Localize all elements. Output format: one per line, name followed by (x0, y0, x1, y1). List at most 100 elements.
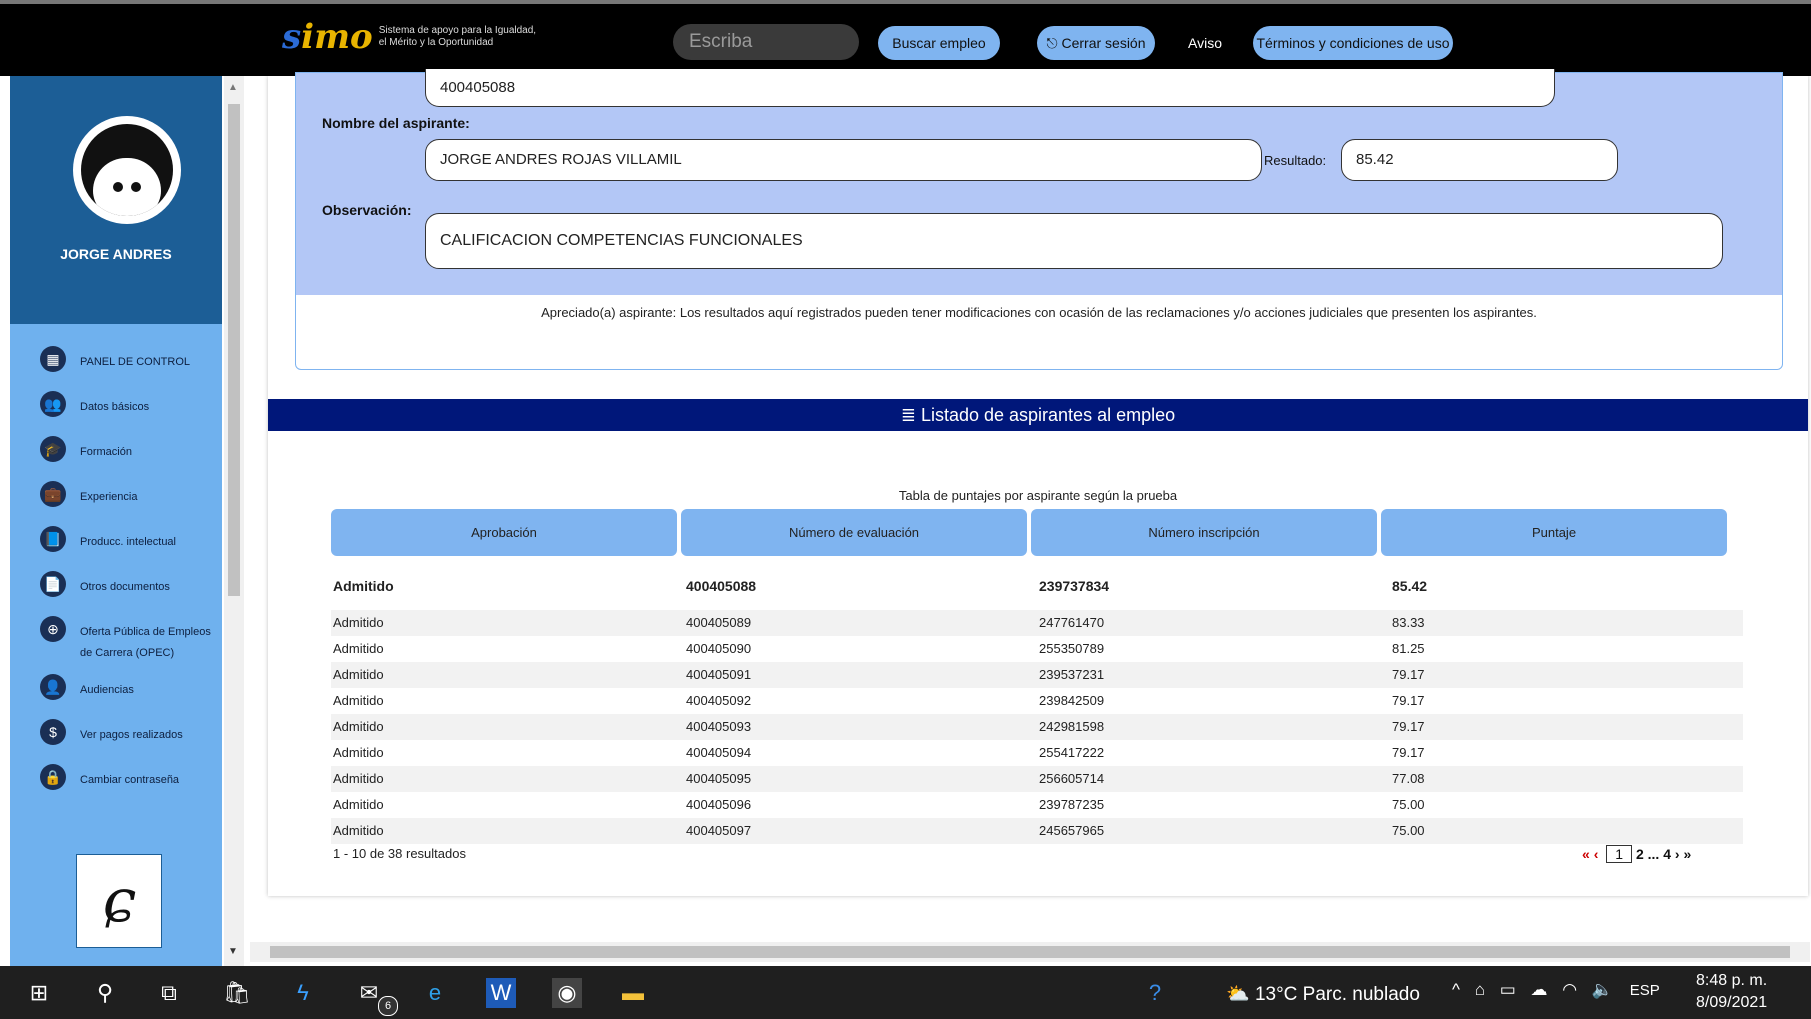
task-view-icon[interactable]: ⧉ (154, 978, 184, 1008)
column-header-numero-inscripcion[interactable]: Número inscripción (1031, 509, 1377, 556)
buscar-empleo-button[interactable]: Buscar empleo (878, 26, 1000, 60)
cerrar-sesion-button[interactable]: ⎋ Cerrar sesión (1037, 26, 1155, 60)
nombre-label: Nombre del aspirante: (322, 115, 470, 131)
sidebar-item-cambiar-contrasena[interactable]: 🔒 Cambiar contraseña (10, 762, 222, 807)
scroll-up-icon[interactable]: ▲ (228, 82, 238, 93)
cell-puntaje: 79.17 (1392, 745, 1425, 760)
clock[interactable]: 8:48 p. m. 8/09/2021 (1696, 970, 1767, 1014)
book-icon: 📘 (40, 526, 66, 552)
page-1-button[interactable]: 1 (1606, 845, 1633, 863)
table-row[interactable]: Admitido 400405090 255350789 81.25 (331, 636, 1743, 662)
wifi-icon[interactable]: ◠ (1562, 980, 1577, 999)
cell-numero-evaluacion: 400405089 (686, 615, 752, 630)
table-row[interactable]: Admitido 400405092 239842509 79.17 (331, 688, 1743, 714)
first-page-icon[interactable]: « (1582, 846, 1590, 862)
sidebar-item-formacion[interactable]: 🎓 Formación (10, 434, 222, 479)
chevron-up-icon[interactable]: ^ (1452, 980, 1460, 999)
next-page-icon[interactable]: › (1675, 846, 1680, 862)
terminos-button[interactable]: Términos y condiciones de uso (1253, 26, 1453, 60)
clock-date: 8/09/2021 (1696, 994, 1768, 1011)
table-row[interactable]: Admitido 400405088 239737834 85.42 (331, 562, 1743, 610)
lock-icon: 🔒 (40, 764, 66, 790)
sidebar-item-panel-de-control[interactable]: ▦ PANEL DE CONTROL (10, 344, 222, 389)
pagination-ellipsis: ... (1647, 846, 1660, 862)
weather-icon: ⛅ (1226, 984, 1255, 1005)
cell-puntaje: 77.08 (1392, 771, 1425, 786)
sidebar-item-datos-basicos[interactable]: 👥 Datos básicos (10, 389, 222, 434)
sidebar-item-produccion-intelectual[interactable]: 📘 Producc. intelectual (10, 524, 222, 569)
cell-numero-evaluacion: 400405094 (686, 745, 752, 760)
sidebar-item-label: PANEL DE CONTROL (80, 356, 191, 368)
sidebar-item-otros-documentos[interactable]: 📄 Otros documentos (10, 569, 222, 614)
cnsc-logo-icon: ɕ (76, 854, 162, 948)
sidebar-item-audiencias[interactable]: 👤 Audiencias (10, 672, 222, 717)
windows-start-icon[interactable]: ⊞ (24, 978, 54, 1008)
numero-evaluacion-field[interactable]: 400405088 (425, 69, 1555, 107)
column-header-puntaje[interactable]: Puntaje (1381, 509, 1727, 556)
sidebar-item-label: Audiencias (80, 684, 134, 696)
onedrive-icon[interactable]: ☁ (1531, 980, 1548, 999)
vertical-scrollbar[interactable]: ▲ ▼ (224, 76, 244, 966)
top-navbar: simo Sistema de apoyo para la Igualdad, … (0, 0, 1811, 76)
aviso-link[interactable]: Aviso (1188, 26, 1222, 60)
page-4-button[interactable]: 4 (1663, 846, 1671, 862)
cell-numero-evaluacion: 400405088 (686, 578, 757, 594)
cell-aprobacion: Admitido (333, 578, 394, 594)
resultado-field[interactable]: 85.42 (1341, 139, 1618, 181)
logout-icon: ⎋ (1046, 35, 1062, 51)
cell-numero-inscripcion: 239737834 (1039, 578, 1110, 594)
simo-tagline: Sistema de apoyo para la Igualdad, el Mé… (379, 25, 536, 49)
cell-puntaje: 79.17 (1392, 693, 1425, 708)
scrollbar-thumb[interactable] (228, 104, 240, 596)
power-automate-icon[interactable]: ϟ (288, 978, 318, 1008)
scrollbar-thumb[interactable] (270, 946, 1790, 958)
scroll-down-icon[interactable]: ▼ (228, 946, 238, 957)
word-icon[interactable]: W (486, 978, 516, 1008)
search-input[interactable]: Escriba (673, 24, 859, 60)
edge-icon[interactable]: e (420, 978, 450, 1008)
cell-numero-evaluacion: 400405091 (686, 667, 752, 682)
language-indicator[interactable]: ESP (1630, 982, 1660, 999)
cell-numero-inscripcion: 239842509 (1039, 693, 1105, 708)
sidebar-item-experiencia[interactable]: 💼 Experiencia (10, 479, 222, 524)
cell-numero-inscripcion: 255417222 (1039, 745, 1105, 760)
table-row[interactable]: Admitido 400405096 239787235 75.00 (331, 792, 1743, 818)
sidebar: JORGE ANDRES ▦ PANEL DE CONTROL 👥 Datos … (10, 76, 222, 966)
sidebar-item-opec[interactable]: ⊕ Oferta Pública de Empleos de Carrera (… (10, 614, 222, 672)
observacion-field[interactable]: CALIFICACION COMPETENCIAS FUNCIONALES (425, 213, 1723, 269)
file-explorer-icon[interactable]: ▬ (618, 978, 648, 1008)
listado-title: Listado de aspirantes al empleo (920, 405, 1176, 425)
sidebar-item-pagos[interactable]: $ Ver pagos realizados (10, 717, 222, 762)
weather-text: 13°C Parc. nublado (1254, 984, 1420, 1005)
simo-logo[interactable]: simo Sistema de apoyo para la Igualdad, … (282, 20, 536, 54)
nombre-field[interactable]: JORGE ANDRES ROJAS VILLAMIL (425, 139, 1262, 181)
cell-numero-inscripcion: 256605714 (1039, 771, 1105, 786)
cell-aprobacion: Admitido (333, 771, 384, 786)
avatar[interactable] (73, 116, 181, 224)
cell-puntaje: 83.33 (1392, 615, 1425, 630)
table-row[interactable]: Admitido 400405094 255417222 79.17 (331, 740, 1743, 766)
horizontal-scrollbar[interactable] (250, 942, 1810, 962)
chrome-icon[interactable]: ◉ (552, 978, 582, 1008)
table-row[interactable]: Admitido 400405089 247761470 83.33 (331, 610, 1743, 636)
results-notice: Apreciado(a) aspirante: Los resultados a… (541, 305, 1537, 320)
help-icon[interactable]: ? (1140, 978, 1170, 1008)
page-2-button[interactable]: 2 (1636, 846, 1644, 862)
table-row[interactable]: Admitido 400405091 239537231 79.17 (331, 662, 1743, 688)
table-row[interactable]: Admitido 400405093 242981598 79.17 (331, 714, 1743, 740)
store-icon[interactable]: 🛍 (222, 978, 252, 1008)
cell-aprobacion: Admitido (333, 745, 384, 760)
column-header-numero-evaluacion[interactable]: Número de evaluación (681, 509, 1027, 556)
battery-icon[interactable]: ▭ (1500, 980, 1516, 999)
table-row[interactable]: Admitido 400405095 256605714 77.08 (331, 766, 1743, 792)
volume-icon[interactable]: 🔈 (1592, 980, 1613, 999)
last-page-icon[interactable]: » (1683, 846, 1691, 862)
column-header-aprobacion[interactable]: Aprobación (331, 509, 677, 556)
sidebar-menu: ▦ PANEL DE CONTROL 👥 Datos básicos 🎓 For… (10, 344, 222, 807)
table-row[interactable]: Admitido 400405097 245657965 75.00 (331, 818, 1743, 844)
network-icon[interactable]: ⌂ (1475, 980, 1485, 999)
search-icon[interactable]: ⚲ (90, 978, 120, 1008)
prev-page-icon[interactable]: ‹ (1594, 846, 1599, 862)
weather-widget[interactable]: ⛅ 13°C Parc. nublado (1226, 982, 1420, 1006)
system-tray: ^ ⌂ ▭ ☁ ◠ 🔈 ESP (1452, 980, 1660, 1000)
